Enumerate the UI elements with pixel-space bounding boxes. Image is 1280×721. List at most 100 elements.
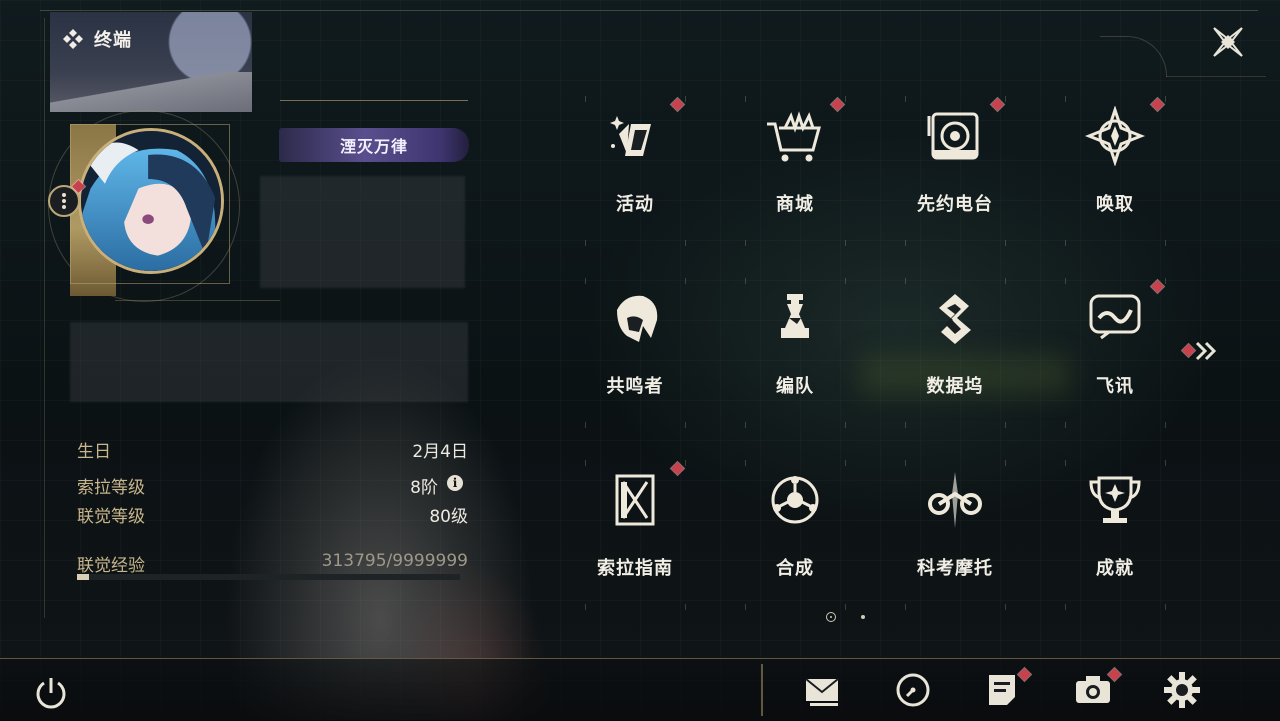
menu-item[interactable]: 索拉指南	[585, 460, 686, 610]
grid-tick	[1165, 278, 1166, 284]
grid-tick	[1065, 604, 1066, 610]
camera-icon[interactable]	[1073, 670, 1113, 710]
grid-tick	[745, 460, 746, 466]
menu-item[interactable]: 先约电台	[905, 96, 1006, 246]
menu-item[interactable]: 活动	[585, 96, 686, 246]
convene-icon	[1085, 106, 1145, 166]
grid-tick	[845, 240, 846, 246]
frame-left-line	[44, 18, 45, 618]
grid-tick	[685, 460, 686, 466]
grid-tick	[1165, 604, 1166, 610]
grid-tick	[585, 460, 586, 466]
grid-tick	[1005, 604, 1006, 610]
grid-tick	[905, 96, 906, 102]
menu-item-label: 飞讯	[1096, 376, 1134, 397]
menu-item-label: 合成	[776, 558, 814, 579]
guide-icon	[615, 474, 655, 526]
menu-item[interactable]: 唤取	[1065, 96, 1166, 246]
grid-tick	[1065, 460, 1066, 466]
grid-tick	[905, 278, 906, 284]
profile-divider	[115, 300, 280, 301]
page-title-row: 终端	[62, 26, 132, 52]
dot	[62, 193, 66, 197]
page-dot[interactable]	[861, 615, 865, 619]
grid-tick	[905, 422, 906, 428]
grid-tick	[1005, 240, 1006, 246]
grid-tick	[685, 604, 686, 610]
grid-tick	[585, 278, 586, 284]
notes-icon[interactable]	[982, 670, 1022, 710]
sola-level-label: 索拉等级	[77, 478, 145, 498]
frame-top-line	[40, 10, 1258, 11]
grid-tick	[685, 422, 686, 428]
grid-tick	[685, 240, 686, 246]
grid-tick	[1005, 460, 1006, 466]
union-level-value: 80级	[429, 507, 468, 527]
grid-tick	[1165, 460, 1166, 466]
grid-tick	[745, 278, 746, 284]
grid-tick	[1165, 422, 1166, 428]
union-exp-progress-fill	[77, 574, 90, 580]
menu-item[interactable]: 合成	[745, 460, 846, 610]
menu-item-label: 共鸣者	[606, 376, 664, 397]
menu-item-label: 科考摩托	[917, 558, 993, 579]
title-badge[interactable]: 湮灭万律	[279, 128, 469, 162]
motorcycle-icon	[928, 472, 982, 528]
shop-cart-icon	[767, 111, 821, 162]
dot	[62, 205, 66, 209]
next-page-button[interactable]	[1182, 338, 1222, 364]
grid-tick	[1065, 278, 1066, 284]
grid-tick	[1005, 278, 1006, 284]
grid-tick	[745, 240, 746, 246]
grid-tick	[1005, 96, 1006, 102]
union-exp-value: 313795/9999999	[321, 551, 468, 571]
grid-tick	[905, 460, 906, 466]
menu-item[interactable]: 科考摩托	[905, 460, 1006, 610]
menu-item-badge	[991, 98, 1004, 111]
mail-icon[interactable]	[802, 670, 842, 710]
bottom-divider	[761, 664, 763, 716]
sola-level-value: 8阶	[410, 478, 438, 498]
grid-tick	[1065, 96, 1066, 102]
grid-tick	[845, 604, 846, 610]
menu-item-badge	[831, 98, 844, 111]
close-icon[interactable]	[1208, 22, 1248, 62]
birthday-value: 2月4日	[412, 442, 468, 462]
grid-tick	[585, 96, 586, 102]
grid-tick	[685, 278, 686, 284]
avatar-portrait-icon	[81, 131, 221, 271]
union-level-label: 联觉等级	[77, 507, 145, 527]
trophy-icon	[1089, 476, 1141, 523]
birthday-label: 生日	[77, 442, 111, 462]
diamond-cluster-icon	[63, 29, 83, 49]
grid-tick	[905, 240, 906, 246]
grid-tick	[1065, 240, 1066, 246]
menu-item-label: 编队	[776, 376, 814, 397]
menu-item[interactable]: 商城	[745, 96, 846, 246]
activity-icon	[610, 116, 651, 156]
info-icon[interactable]: i	[447, 475, 463, 491]
grid-tick	[905, 604, 906, 610]
grid-tick	[585, 240, 586, 246]
data-bank-icon	[939, 294, 971, 344]
union-exp-label: 联觉经验	[77, 556, 145, 576]
page-dot-active[interactable]	[826, 612, 836, 622]
menu-item[interactable]: 编队	[745, 278, 846, 428]
menu-item-label: 商城	[776, 194, 814, 215]
clock-icon[interactable]	[893, 670, 933, 710]
menu-item[interactable]: 成就	[1065, 460, 1166, 610]
grid-tick	[845, 278, 846, 284]
menu-item-badge	[671, 98, 684, 111]
avatar[interactable]	[78, 128, 224, 274]
menu-item[interactable]: 共鸣者	[585, 278, 686, 428]
radio-icon	[927, 112, 979, 160]
grid-tick	[1005, 422, 1006, 428]
grid-tick	[585, 422, 586, 428]
menu-item[interactable]: 飞讯	[1065, 278, 1166, 428]
menu-item[interactable]: 数据坞	[905, 278, 1006, 428]
grid-tick	[585, 604, 586, 610]
menu-item-label: 数据坞	[926, 376, 984, 397]
menu-item-badge	[1151, 98, 1164, 111]
power-icon[interactable]	[32, 674, 70, 712]
settings-icon[interactable]	[1162, 670, 1202, 710]
